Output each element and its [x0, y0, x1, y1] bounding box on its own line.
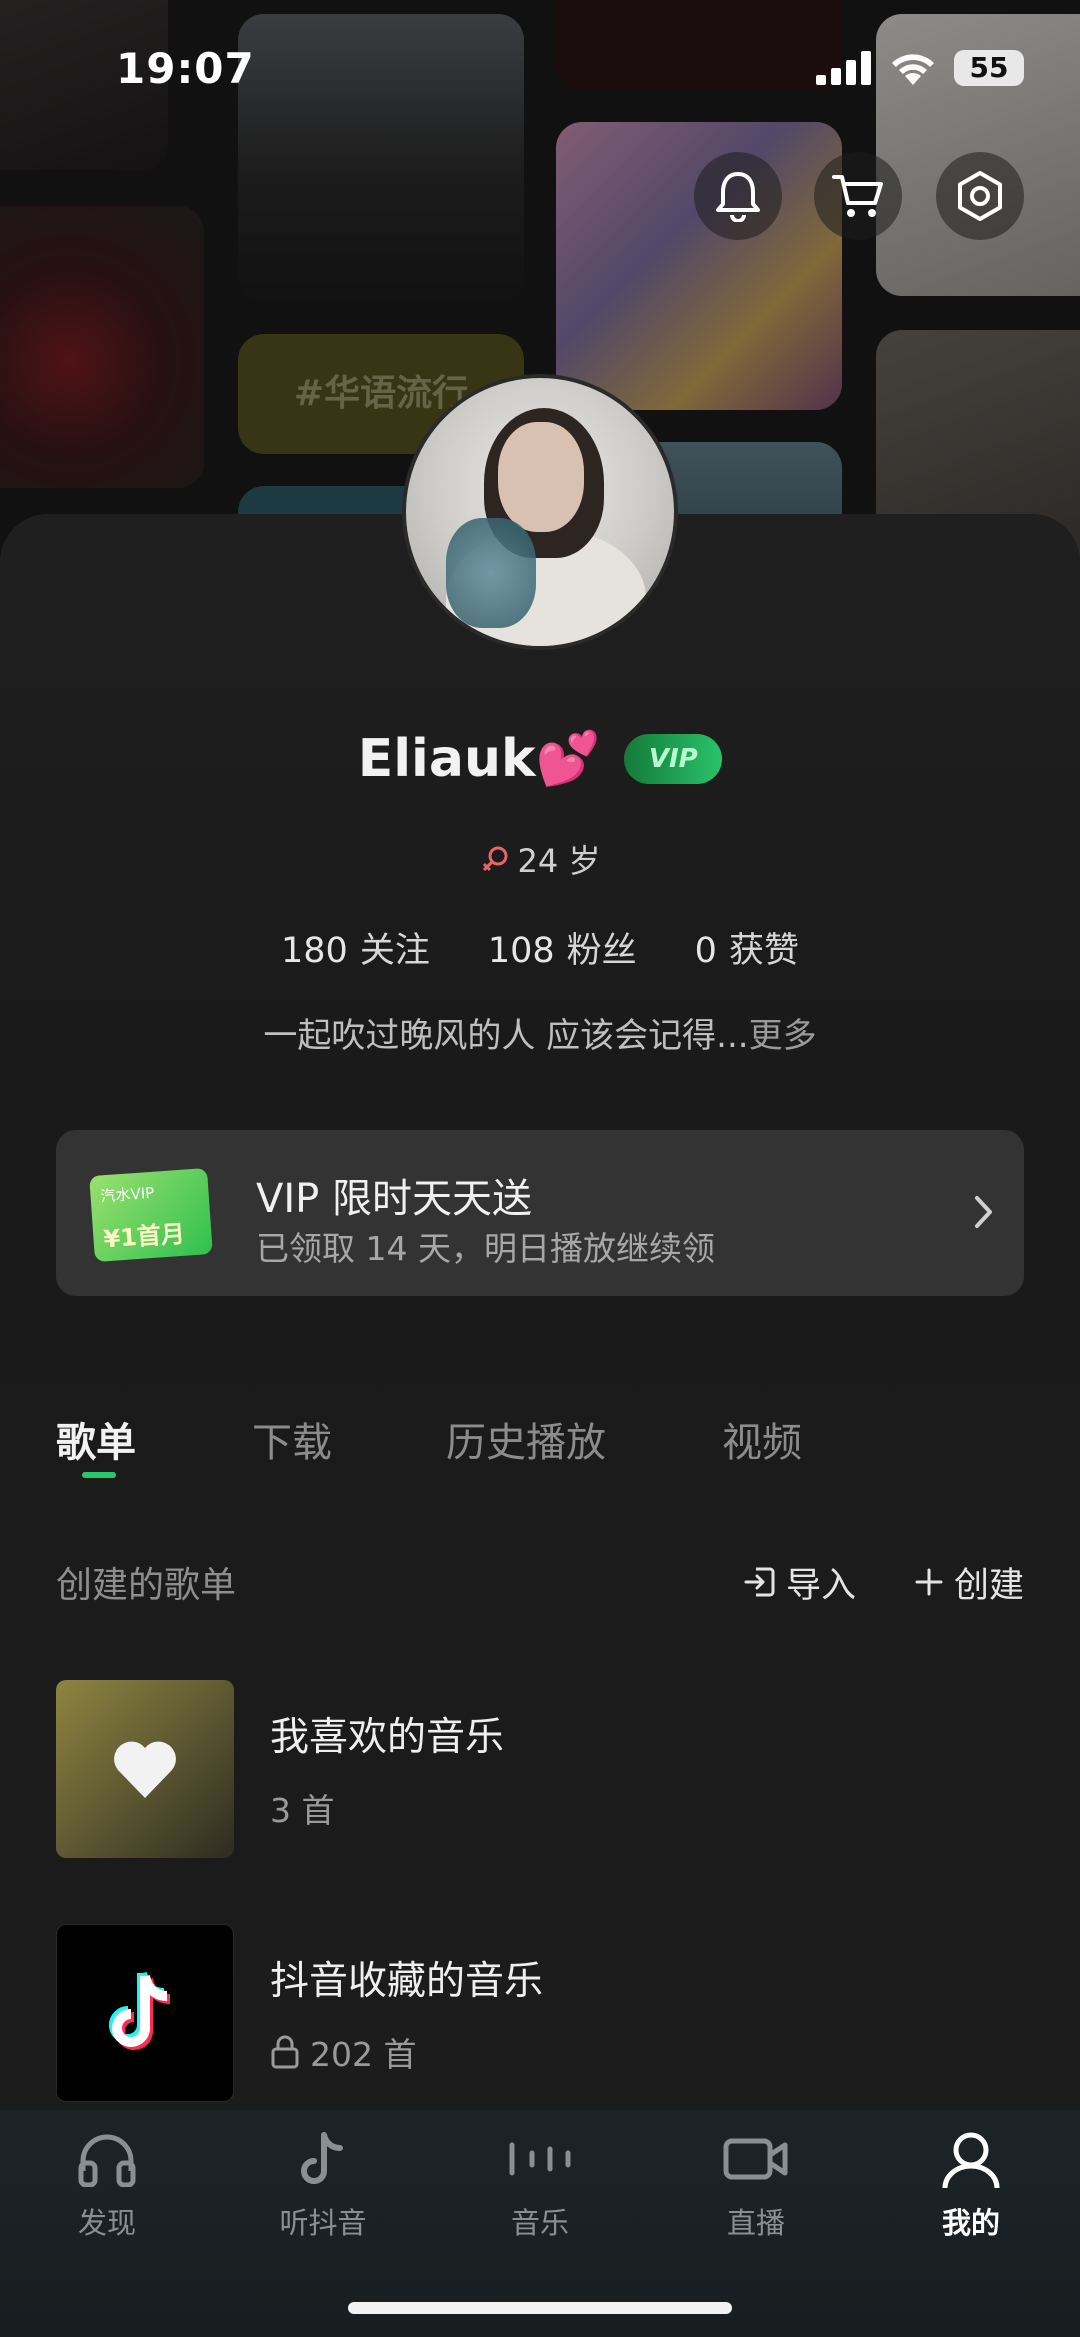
tab-playlists[interactable]: 歌单	[56, 1410, 136, 1478]
avatar[interactable]	[402, 374, 678, 650]
vip-promo-banner[interactable]: 汽水VIP ¥1首月 VIP 限时天天送 已领取 14 天，明日播放继续领	[56, 1130, 1024, 1296]
nav-label: 直播	[726, 2206, 785, 2240]
female-icon	[482, 846, 508, 872]
likes-stat[interactable]: 0 获赞	[695, 922, 799, 973]
douyin-icon	[301, 2132, 343, 2184]
nav-label: 听抖音	[279, 2206, 367, 2240]
video-camera-icon	[723, 2138, 788, 2180]
stat-value: 0	[694, 931, 717, 971]
nav-listen-douyin[interactable]: 听抖音	[248, 2124, 398, 2242]
playlist-cover	[56, 1924, 234, 2102]
create-label: 创建	[953, 1565, 1024, 1606]
user-icon	[942, 2132, 1000, 2189]
playlist-item[interactable]: 抖音收藏的音乐 202 首	[56, 1924, 1024, 2102]
settings-button[interactable]	[936, 152, 1024, 240]
nav-label: 音乐	[510, 2206, 569, 2240]
nav-live[interactable]: 直播	[681, 2124, 831, 2242]
playlist-title: 抖音收藏的音乐	[270, 1959, 544, 2004]
tab-history[interactable]: 历史播放	[446, 1410, 606, 1468]
wifi-icon	[892, 54, 934, 85]
username-row: Eliauk💕 VIP	[0, 728, 1080, 789]
playlist-count-text: 3 首	[270, 1791, 335, 1830]
music-bars-icon	[509, 2142, 571, 2176]
nav-label: 我的	[941, 2206, 1000, 2240]
stat-label: 粉丝	[566, 931, 637, 971]
lock-icon	[271, 2035, 299, 2069]
stats-row: 180 关注 108 粉丝 0 获赞	[0, 922, 1080, 973]
stat-value: 180	[281, 931, 348, 971]
profile-tabs: 歌单 下载 历史播放 视频	[56, 1410, 918, 1478]
playlist-item[interactable]: 我喜欢的音乐 3 首	[56, 1680, 1024, 1858]
stat-label: 关注	[359, 931, 430, 971]
import-button[interactable]: 导入	[742, 1557, 856, 1608]
nav-discover[interactable]: 发现	[32, 2124, 182, 2242]
tab-videos[interactable]: 视频	[722, 1410, 802, 1468]
cart-icon	[832, 175, 883, 217]
status-time: 19:07	[116, 44, 255, 93]
bio-more-link[interactable]: 更多	[749, 1016, 817, 1056]
signal-icon	[816, 51, 871, 85]
status-icons: 55	[816, 50, 1024, 86]
following-stat[interactable]: 180 关注	[281, 922, 430, 973]
import-label: 导入	[785, 1565, 856, 1606]
home-indicator[interactable]	[348, 2302, 732, 2314]
age-label: 24 岁	[517, 842, 601, 880]
battery-indicator: 55	[954, 50, 1024, 86]
stat-value: 108	[487, 931, 555, 971]
section-title: 创建的歌单	[56, 1565, 237, 1606]
import-icon	[744, 1567, 775, 1597]
promo-subtitle: 已领取 14 天，明日播放继续领	[256, 1229, 715, 1268]
stat-label: 获赞	[728, 931, 799, 971]
promo-title: VIP 限时天天送	[256, 1176, 532, 1222]
ticket-brand: 汽水VIP	[99, 1183, 155, 1206]
ticket-price: ¥1首月	[102, 1219, 186, 1254]
playlist-title: 我喜欢的音乐	[270, 1715, 505, 1760]
nav-music[interactable]: 音乐	[465, 2124, 615, 2242]
notification-button[interactable]	[694, 152, 782, 240]
playlist-count: 202 首	[270, 2028, 543, 2076]
playlist-count: 3 首	[270, 1784, 504, 1832]
nav-mine[interactable]: 我的	[896, 2124, 1046, 2242]
vip-ticket-icon: 汽水VIP ¥1首月	[89, 1167, 213, 1263]
nav-label: 发现	[77, 2206, 136, 2240]
gender-age-row: 24 岁	[0, 836, 1080, 882]
bell-icon	[716, 172, 760, 222]
followers-stat[interactable]: 108 粉丝	[488, 922, 637, 973]
bio: 一起吹过晚风的人 应该会记得...更多	[0, 1008, 1080, 1057]
chevron-right-icon	[975, 1196, 992, 1228]
create-playlist-button[interactable]: 创建	[914, 1557, 1024, 1608]
tab-downloads[interactable]: 下载	[252, 1410, 332, 1468]
tiktok-logo-icon	[109, 1971, 171, 2050]
bio-text: 一起吹过晚风的人 应该会记得...	[263, 1016, 749, 1056]
username: Eliauk💕	[357, 729, 601, 789]
playlist-cover	[56, 1680, 234, 1858]
plus-icon	[915, 1568, 943, 1596]
heart-icon	[114, 1741, 176, 1798]
headphones-icon	[78, 2134, 136, 2187]
cart-button[interactable]	[814, 152, 902, 240]
settings-icon	[958, 171, 1002, 221]
created-playlists-header: 创建的歌单 导入 创建	[56, 1556, 1024, 1608]
playlist-count-text: 202 首	[310, 2035, 417, 2074]
vip-badge[interactable]: VIP	[624, 733, 723, 784]
